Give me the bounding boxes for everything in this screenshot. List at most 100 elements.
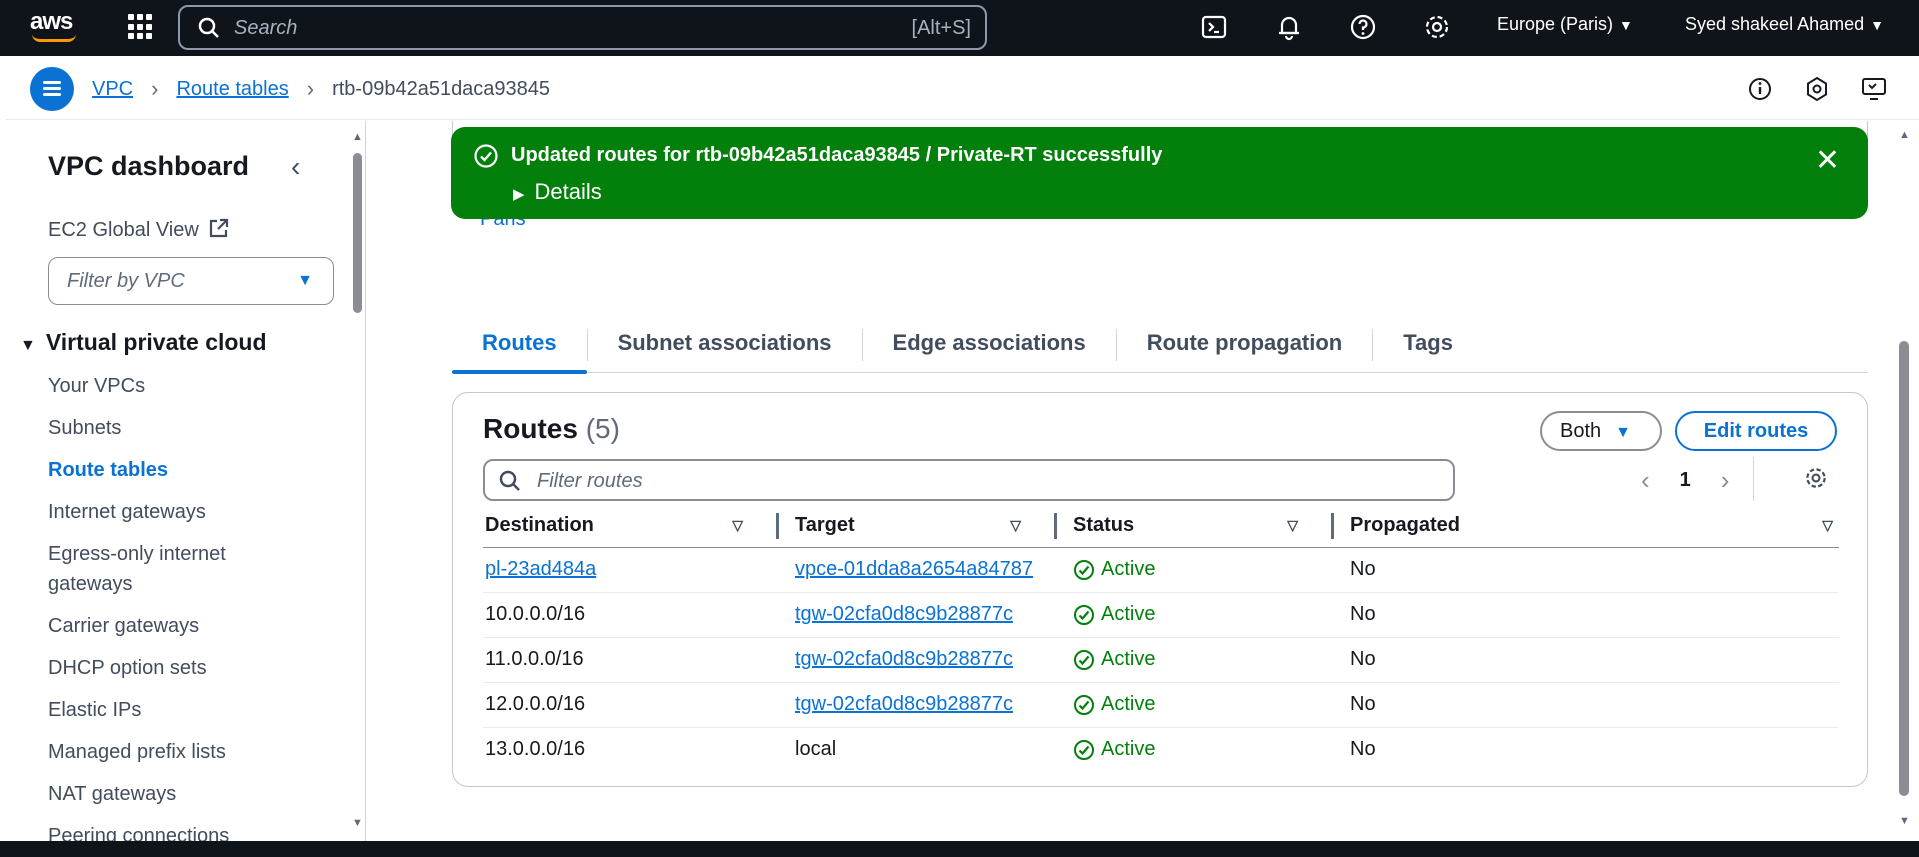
- scroll-up-icon[interactable]: ▲: [352, 131, 363, 143]
- notifications-bell-icon[interactable]: [1274, 12, 1304, 42]
- edit-routes-button[interactable]: Edit routes: [1675, 411, 1837, 451]
- success-flash-banner: Updated routes for rtb-09b42a51daca93845…: [451, 127, 1868, 219]
- destination-value: 10.0.0.0/16: [483, 592, 779, 638]
- column-header-propagated[interactable]: Propagated ▽: [1334, 505, 1839, 548]
- tab-routes[interactable]: Routes: [452, 317, 587, 374]
- success-check-icon: [1074, 694, 1094, 715]
- sidebar-item-dhcp-option-sets[interactable]: DHCP option sets: [48, 653, 298, 683]
- chevron-right-icon: ›: [151, 76, 159, 101]
- breadcrumb-vpc-link[interactable]: VPC: [92, 78, 133, 101]
- tab-route-propagation[interactable]: Route propagation: [1117, 317, 1373, 372]
- flash-details-toggle[interactable]: ▶ Details: [513, 179, 602, 205]
- sidebar-item-egress-only-internet-gateways[interactable]: Egress-only internet gateways: [48, 539, 298, 599]
- info-icon[interactable]: [1746, 75, 1774, 103]
- footer-bar: [0, 841, 1919, 857]
- sidebar-item-subnets[interactable]: Subnets: [48, 413, 298, 443]
- propagated-value: No: [1334, 682, 1839, 728]
- status-indicator: Active: [1073, 648, 1334, 671]
- sidebar-scrollbar[interactable]: ▲ ▼: [350, 121, 364, 841]
- filter-routes-input[interactable]: Filter routes: [483, 459, 1455, 501]
- sidebar-section-vpc[interactable]: ▼ Virtual private cloud: [20, 329, 267, 356]
- flash-message: Updated routes for rtb-09b42a51daca93845…: [511, 144, 1163, 166]
- route-filter-select[interactable]: Both ▼: [1540, 411, 1662, 451]
- user-name: Syed shakeel Ahamed: [1685, 14, 1865, 34]
- success-check-icon: [474, 144, 498, 168]
- caret-right-icon: ▶: [513, 186, 525, 203]
- cloudshell-icon[interactable]: [1199, 12, 1229, 42]
- success-check-icon: [1074, 649, 1094, 670]
- account-menu[interactable]: Syed shakeel Ahamed ▼: [1685, 14, 1884, 35]
- scroll-down-icon[interactable]: ▼: [352, 817, 363, 829]
- sidebar-item-internet-gateways[interactable]: Internet gateways: [48, 497, 298, 527]
- caret-down-icon: ▼: [1870, 17, 1884, 33]
- sidebar-item-nat-gateways[interactable]: NAT gateways: [48, 779, 298, 809]
- chevron-right-icon[interactable]: ›: [1721, 465, 1730, 496]
- target-link[interactable]: tgw-02cfa0d8c9b28877c: [795, 693, 1013, 715]
- region-selector[interactable]: Europe (Paris) ▼: [1497, 14, 1633, 35]
- propagated-value: No: [1334, 592, 1839, 638]
- propagated-value: No: [1350, 738, 1376, 761]
- caret-down-icon: ▼: [1619, 17, 1633, 33]
- scroll-down-icon[interactable]: ▼: [1899, 815, 1910, 827]
- column-header-destination[interactable]: Destination ▽: [483, 505, 779, 548]
- table-row: pl-23ad484a vpce-01dda8a2654a84787 Activ…: [483, 547, 1839, 593]
- table-row: 12.0.0.0/16 tgw-02cfa0d8c9b28877c Active…: [483, 682, 1839, 728]
- dismiss-close-icon[interactable]: ✕: [1815, 143, 1840, 178]
- destination-link[interactable]: pl-23ad484a: [485, 558, 596, 580]
- success-check-icon: [1074, 604, 1094, 625]
- pagination: ‹ 1 ›: [1641, 465, 1729, 496]
- routes-count: (5): [585, 413, 620, 444]
- target-link[interactable]: tgw-02cfa0d8c9b28877c: [795, 648, 1013, 670]
- services-grid-icon[interactable]: [128, 14, 154, 40]
- ec2-global-view-link[interactable]: EC2 Global View: [48, 217, 230, 242]
- filter-by-vpc-select[interactable]: Filter by VPC ▼: [48, 257, 334, 305]
- success-check-icon: [1074, 559, 1094, 580]
- tab-edge-associations[interactable]: Edge associations: [863, 317, 1116, 372]
- global-search-input[interactable]: Search [Alt+S]: [178, 5, 987, 50]
- status-indicator: Active: [1073, 603, 1334, 626]
- breadcrumb-bar: VPC › Route tables › rtb-09b42a51daca938…: [6, 56, 1919, 120]
- sort-caret-icon[interactable]: ▽: [1287, 517, 1298, 534]
- destination-value: 12.0.0.0/16: [483, 682, 779, 728]
- table-preferences-gear-icon[interactable]: [1803, 465, 1829, 491]
- sort-caret-icon[interactable]: ▽: [1010, 517, 1021, 534]
- main-scrollbar[interactable]: ▲ ▼: [1896, 121, 1912, 841]
- top-navigation: aws Search [Alt+S] Europe (Paris) ▼ Syed …: [0, 0, 1919, 56]
- sidebar-item-elastic-ips[interactable]: Elastic IPs: [48, 695, 298, 725]
- sort-caret-icon[interactable]: ▽: [732, 517, 743, 534]
- tab-list: Routes Subnet associations Edge associat…: [452, 317, 1868, 374]
- feedback-hexagon-icon[interactable]: [1803, 75, 1831, 103]
- chevron-left-icon[interactable]: ‹: [1641, 465, 1650, 496]
- breadcrumb-route-tables-link[interactable]: Route tables: [176, 78, 288, 101]
- routes-panel: Routes (5) Both ▼ Edit routes Filter rout…: [452, 392, 1868, 787]
- target-link[interactable]: tgw-02cfa0d8c9b28877c: [795, 603, 1013, 625]
- monitor-display-icon[interactable]: [1860, 75, 1888, 103]
- sidebar-navigation: VPC dashboard ‹ EC2 Global View Filter b…: [6, 121, 366, 841]
- menu-toggle-button[interactable]: [30, 67, 74, 111]
- help-icon[interactable]: [1348, 12, 1378, 42]
- tab-tags[interactable]: Tags: [1373, 317, 1483, 372]
- external-link-icon: [210, 218, 229, 238]
- target-value: local: [795, 738, 837, 761]
- sidebar-item-your-vpcs[interactable]: Your VPCs: [48, 371, 298, 401]
- current-page[interactable]: 1: [1680, 469, 1691, 492]
- sidebar-item-route-tables[interactable]: Route tables: [48, 455, 298, 485]
- scroll-up-icon[interactable]: ▲: [1899, 129, 1910, 141]
- sidebar-title: VPC dashboard: [48, 151, 250, 181]
- sidebar-item-carrier-gateways[interactable]: Carrier gateways: [48, 611, 298, 641]
- table-row: 10.0.0.0/16 tgw-02cfa0d8c9b28877c Active…: [483, 592, 1839, 638]
- sidebar-scrollbar-thumb[interactable]: [353, 153, 362, 313]
- target-link[interactable]: vpce-01dda8a2654a84787: [795, 558, 1033, 580]
- column-header-target[interactable]: Target ▽: [779, 505, 1057, 548]
- table-row: 13.0.0.0/16 local Active No: [483, 727, 1839, 772]
- main-scrollbar-thumb[interactable]: [1899, 341, 1909, 796]
- settings-gear-icon[interactable]: [1422, 12, 1452, 42]
- sidebar-item-managed-prefix-lists[interactable]: Managed prefix lists: [48, 737, 298, 767]
- chevron-left-icon[interactable]: ‹: [291, 151, 300, 183]
- tab-subnet-associations[interactable]: Subnet associations: [588, 317, 862, 372]
- sort-caret-icon[interactable]: ▽: [1822, 517, 1833, 534]
- caret-down-icon: ▼: [1615, 424, 1631, 441]
- column-header-status[interactable]: Status ▽: [1057, 505, 1334, 548]
- aws-logo[interactable]: aws: [30, 8, 73, 36]
- sidebar-item-peering-connections[interactable]: Peering connections: [48, 821, 298, 841]
